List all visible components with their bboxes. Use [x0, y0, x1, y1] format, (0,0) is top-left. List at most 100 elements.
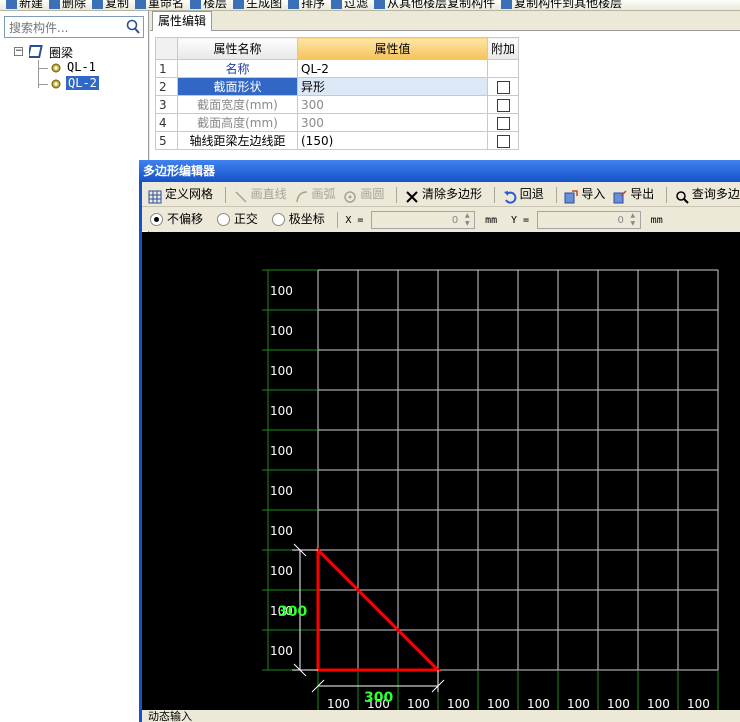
search-input[interactable] — [7, 18, 125, 38]
table-row[interactable]: 3 截面宽度(mm) 300 — [155, 95, 520, 114]
toolbar-item-label: 生成图 — [246, 0, 283, 10]
table-header-row: 属性名称 属性值 附加 — [155, 37, 520, 60]
collapse-icon[interactable]: − — [14, 47, 23, 56]
define-grid-label: 定义网格 — [165, 187, 214, 201]
toolbar-item-icon — [331, 0, 343, 9]
grid-size-label: 100 — [487, 697, 510, 710]
add-cell — [486, 59, 520, 78]
y-input[interactable]: 0 ▲ ▼ — [536, 210, 641, 229]
grid-size-label: 100 — [567, 697, 590, 710]
toolbar-item[interactable]: 新建 — [6, 0, 43, 10]
search-icon[interactable] — [124, 18, 142, 36]
toolbar-item[interactable]: 过滤 — [331, 0, 368, 10]
define-grid-button[interactable]: 定义网格 — [148, 182, 213, 206]
clear-x-icon — [405, 188, 419, 203]
table-row[interactable]: 2 截面形状 异形 — [155, 77, 520, 96]
property-name: 截面宽度(mm) — [177, 95, 298, 114]
component-gear-icon — [50, 78, 62, 93]
import-label: 导入 — [581, 187, 606, 201]
clear-polygon-button[interactable]: 清除多边形 — [405, 182, 482, 206]
toolbar-separator — [493, 186, 495, 203]
import-button[interactable]: 导入 — [564, 182, 605, 206]
toolbar-separator — [336, 211, 338, 228]
property-value[interactable]: 异形 — [297, 77, 488, 96]
grid-size-label: 100 — [270, 484, 293, 498]
toolbar-item[interactable]: 重命名 — [135, 0, 185, 10]
spin-arrows-icon[interactable]: ▲ ▼ — [628, 212, 638, 228]
grid-drawing[interactable]: 100 100 100 100 100 100 100 100 100 100 100 100 100 1… — [142, 232, 740, 711]
toolbar-item[interactable]: 删除 — [49, 0, 86, 10]
add-checkbox[interactable] — [496, 80, 510, 94]
table-row[interactable]: 1 名称 QL-2 — [155, 59, 520, 78]
undo-button[interactable]: 回退 — [503, 182, 544, 206]
tree-item-ql2[interactable]: QL-2 — [66, 76, 99, 90]
circle-icon — [343, 188, 357, 203]
tab-property-edit[interactable]: 属性编辑 — [152, 11, 212, 31]
row-number: 3 — [155, 95, 178, 114]
grid-size-label: 100 — [270, 284, 293, 298]
clear-polygon-label: 清除多边形 — [422, 187, 483, 201]
add-checkbox[interactable] — [496, 116, 510, 130]
toolbar-item-label: 楼层 — [203, 0, 228, 10]
toolbar-item-icon — [49, 0, 61, 9]
draw-circle-button[interactable]: 画圆 — [343, 182, 384, 206]
property-name: 截面高度(mm) — [177, 113, 298, 132]
grid-size-label: 100 — [407, 697, 430, 710]
toolbar-item-icon — [135, 0, 147, 9]
toolbar-item-icon — [6, 0, 17, 9]
x-input[interactable]: 0 ▲ ▼ — [371, 210, 476, 229]
orthogonal-option[interactable]: 正交 — [216, 207, 258, 231]
component-list-pane: − 圈梁 QL-1 QL-2 — [0, 11, 149, 722]
table-row[interactable]: 4 截面高度(mm) 300 — [155, 113, 520, 132]
query-polygon-button[interactable]: 查询多边形 — [675, 182, 740, 206]
property-value[interactable]: (150) — [297, 131, 488, 150]
tree-item-ql1[interactable]: QL-1 — [67, 60, 96, 74]
table-row[interactable]: 5 轴线距梁左边线距 (150) — [155, 131, 520, 150]
x-unit: mm — [485, 215, 498, 226]
grid-size-label: 100 — [270, 444, 293, 458]
grid-size-label: 100 — [270, 564, 293, 578]
editor-title-bar[interactable]: 多边形编辑器 — [139, 160, 740, 182]
draw-arc-button[interactable]: 画弧 — [295, 182, 336, 206]
column-header-name[interactable]: 属性名称 — [177, 37, 298, 60]
x-value: 0 — [451, 214, 459, 226]
magnifier-icon — [675, 188, 689, 204]
draw-line-button[interactable]: 画直线 — [234, 182, 287, 206]
toolbar-item[interactable]: 复制 — [92, 0, 129, 10]
add-cell — [486, 113, 520, 132]
toolbar-item[interactable]: 生成图 — [233, 0, 283, 10]
radio-icon — [216, 213, 230, 226]
property-name: 名称 — [177, 59, 298, 78]
export-label: 导出 — [630, 187, 655, 201]
toolbar-item-icon — [374, 0, 386, 9]
line-icon — [234, 188, 248, 203]
radio-selected-icon — [150, 213, 163, 226]
toolbar-item-label: 重命名 — [148, 0, 185, 10]
toolbar-item[interactable]: 排序 — [288, 0, 325, 10]
property-value[interactable]: 300 — [297, 113, 488, 132]
add-checkbox[interactable] — [496, 98, 510, 112]
toolbar-item-label: 复制构件到其他楼层 — [514, 0, 623, 10]
spin-arrows-icon[interactable]: ▲ ▼ — [462, 212, 472, 228]
export-button[interactable]: 导出 — [613, 182, 654, 206]
column-header-value[interactable]: 属性值 — [297, 37, 488, 60]
tree-root-label[interactable]: 圈梁 — [49, 44, 73, 61]
no-offset-option[interactable]: 不偏移 — [150, 207, 203, 231]
polar-option[interactable]: 极坐标 — [271, 207, 325, 231]
toolbar-item[interactable]: 从其他楼层复制构件 — [374, 0, 495, 10]
drawing-canvas[interactable]: 100 100 100 100 100 100 100 100 100 100 100 100 100 1… — [142, 232, 740, 711]
property-name: 轴线距梁左边线距 — [177, 131, 298, 150]
arc-icon — [295, 188, 309, 202]
export-icon — [613, 188, 627, 203]
column-header-add[interactable]: 附加 — [486, 37, 520, 60]
toolbar-item[interactable]: 楼层 — [190, 0, 228, 10]
toolbar-item-icon — [190, 0, 202, 9]
query-polygon-label: 查询多边形 — [691, 187, 740, 201]
property-value[interactable]: 300 — [297, 95, 488, 114]
tab-dynamic-input[interactable]: 动态输入 — [142, 710, 208, 722]
toolbar-item-icon — [233, 0, 245, 9]
grid-size-label: 100 — [687, 697, 710, 710]
toolbar-item[interactable]: 复制构件到其他楼层 — [501, 0, 623, 10]
add-checkbox[interactable] — [496, 134, 510, 148]
property-value[interactable]: QL-2 — [297, 59, 488, 78]
